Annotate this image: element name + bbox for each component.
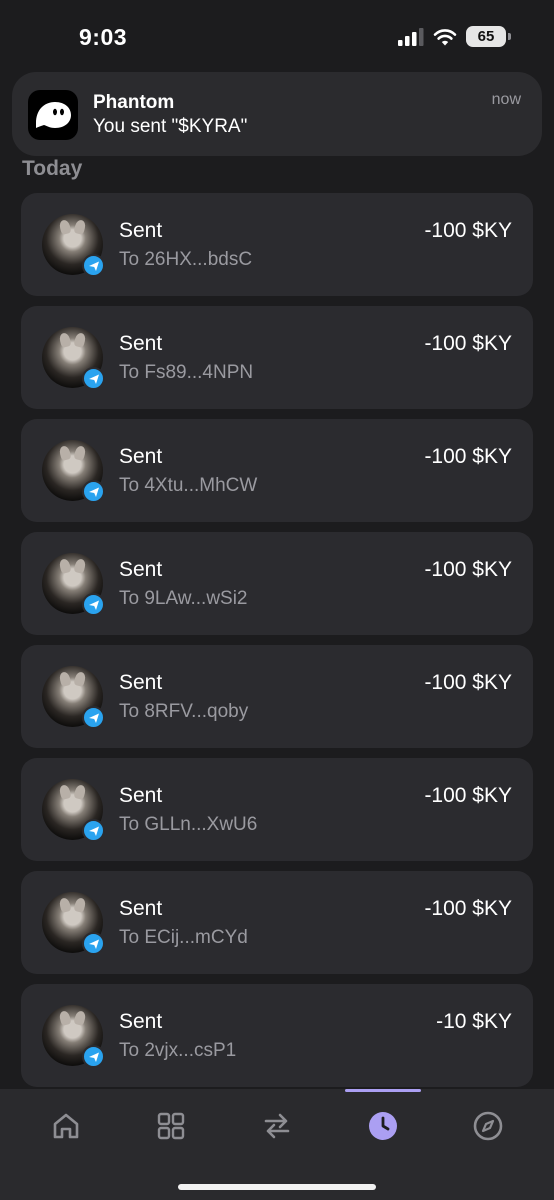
section-header-today: Today bbox=[22, 157, 83, 180]
active-tab-indicator bbox=[345, 1089, 421, 1092]
transaction-recipient: To 4Xtu...MhCW bbox=[119, 475, 258, 496]
send-arrow-icon bbox=[82, 819, 105, 842]
transaction-list: Sent To 26HX...bdsC -100 $KY Sent To Fs8… bbox=[21, 193, 533, 1097]
tab-explore[interactable] bbox=[466, 1104, 510, 1148]
home-indicator[interactable] bbox=[178, 1184, 376, 1190]
transaction-amount: -100 $KY bbox=[424, 558, 512, 581]
send-arrow-icon bbox=[82, 593, 105, 616]
transaction-type: Sent bbox=[119, 445, 163, 468]
transaction-row[interactable]: Sent To 2vjx...csP1 -10 $KY bbox=[21, 984, 533, 1087]
phantom-app-icon bbox=[28, 90, 78, 140]
battery-indicator: 65 bbox=[466, 26, 511, 47]
transaction-row[interactable]: Sent To GLLn...XwU6 -100 $KY bbox=[21, 758, 533, 861]
transaction-row[interactable]: Sent To 9LAw...wSi2 -100 $KY bbox=[21, 532, 533, 635]
notification-time: now bbox=[491, 91, 521, 108]
transaction-recipient: To Fs89...4NPN bbox=[119, 362, 254, 383]
compass-icon bbox=[473, 1111, 503, 1141]
send-arrow-icon bbox=[82, 480, 105, 503]
transaction-type: Sent bbox=[119, 558, 163, 581]
wifi-icon bbox=[433, 28, 457, 45]
transaction-type: Sent bbox=[119, 671, 163, 694]
swap-icon bbox=[264, 1113, 290, 1139]
transaction-recipient: To 26HX...bdsC bbox=[119, 249, 253, 270]
status-time: 9:03 bbox=[79, 24, 128, 50]
transaction-type: Sent bbox=[119, 784, 163, 807]
send-arrow-icon bbox=[82, 367, 105, 390]
transaction-amount: -100 $KY bbox=[424, 671, 512, 694]
send-arrow-icon bbox=[82, 1045, 105, 1068]
transaction-recipient: To 2vjx...csP1 bbox=[119, 1040, 237, 1061]
transaction-amount: -100 $KY bbox=[424, 445, 512, 468]
transaction-row[interactable]: Sent To Fs89...4NPN -100 $KY bbox=[21, 306, 533, 409]
transaction-recipient: To ECij...mCYd bbox=[119, 927, 248, 948]
transaction-type: Sent bbox=[119, 332, 163, 355]
transaction-amount: -100 $KY bbox=[424, 784, 512, 807]
status-icons: 65 bbox=[398, 26, 511, 47]
notification-message: You sent "$KYRA" bbox=[93, 116, 248, 137]
transaction-row[interactable]: Sent To 26HX...bdsC -100 $KY bbox=[21, 193, 533, 296]
tab-swap[interactable] bbox=[255, 1104, 299, 1148]
notification-banner[interactable]: Phantom You sent "$KYRA" now bbox=[12, 72, 542, 156]
transaction-amount: -10 $KY bbox=[436, 1010, 512, 1033]
send-arrow-icon bbox=[82, 254, 105, 277]
tab-activity[interactable] bbox=[361, 1104, 405, 1148]
transaction-amount: -100 $KY bbox=[424, 219, 512, 242]
tab-collectibles[interactable] bbox=[149, 1104, 193, 1148]
transaction-row[interactable]: Sent To 4Xtu...MhCW -100 $KY bbox=[21, 419, 533, 522]
transaction-amount: -100 $KY bbox=[424, 897, 512, 920]
send-arrow-icon bbox=[82, 932, 105, 955]
battery-level: 65 bbox=[477, 28, 495, 45]
tab-home[interactable] bbox=[44, 1104, 88, 1148]
send-arrow-icon bbox=[82, 706, 105, 729]
notification-app-name: Phantom bbox=[93, 92, 175, 113]
transaction-type: Sent bbox=[119, 1010, 163, 1033]
clock-icon bbox=[369, 1112, 397, 1140]
home-icon bbox=[53, 1113, 79, 1139]
transaction-type: Sent bbox=[119, 897, 163, 920]
transaction-type: Sent bbox=[119, 219, 163, 242]
transaction-recipient: To 8RFV...qoby bbox=[119, 701, 249, 722]
signal-icon bbox=[398, 27, 424, 46]
transaction-row[interactable]: Sent To ECij...mCYd -100 $KY bbox=[21, 871, 533, 974]
status-bar: 9:03 65 bbox=[0, 0, 554, 72]
grid-icon bbox=[157, 1112, 185, 1140]
transaction-recipient: To GLLn...XwU6 bbox=[119, 814, 258, 835]
transaction-row[interactable]: Sent To 8RFV...qoby -100 $KY bbox=[21, 645, 533, 748]
transaction-recipient: To 9LAw...wSi2 bbox=[119, 588, 248, 609]
transaction-amount: -100 $KY bbox=[424, 332, 512, 355]
